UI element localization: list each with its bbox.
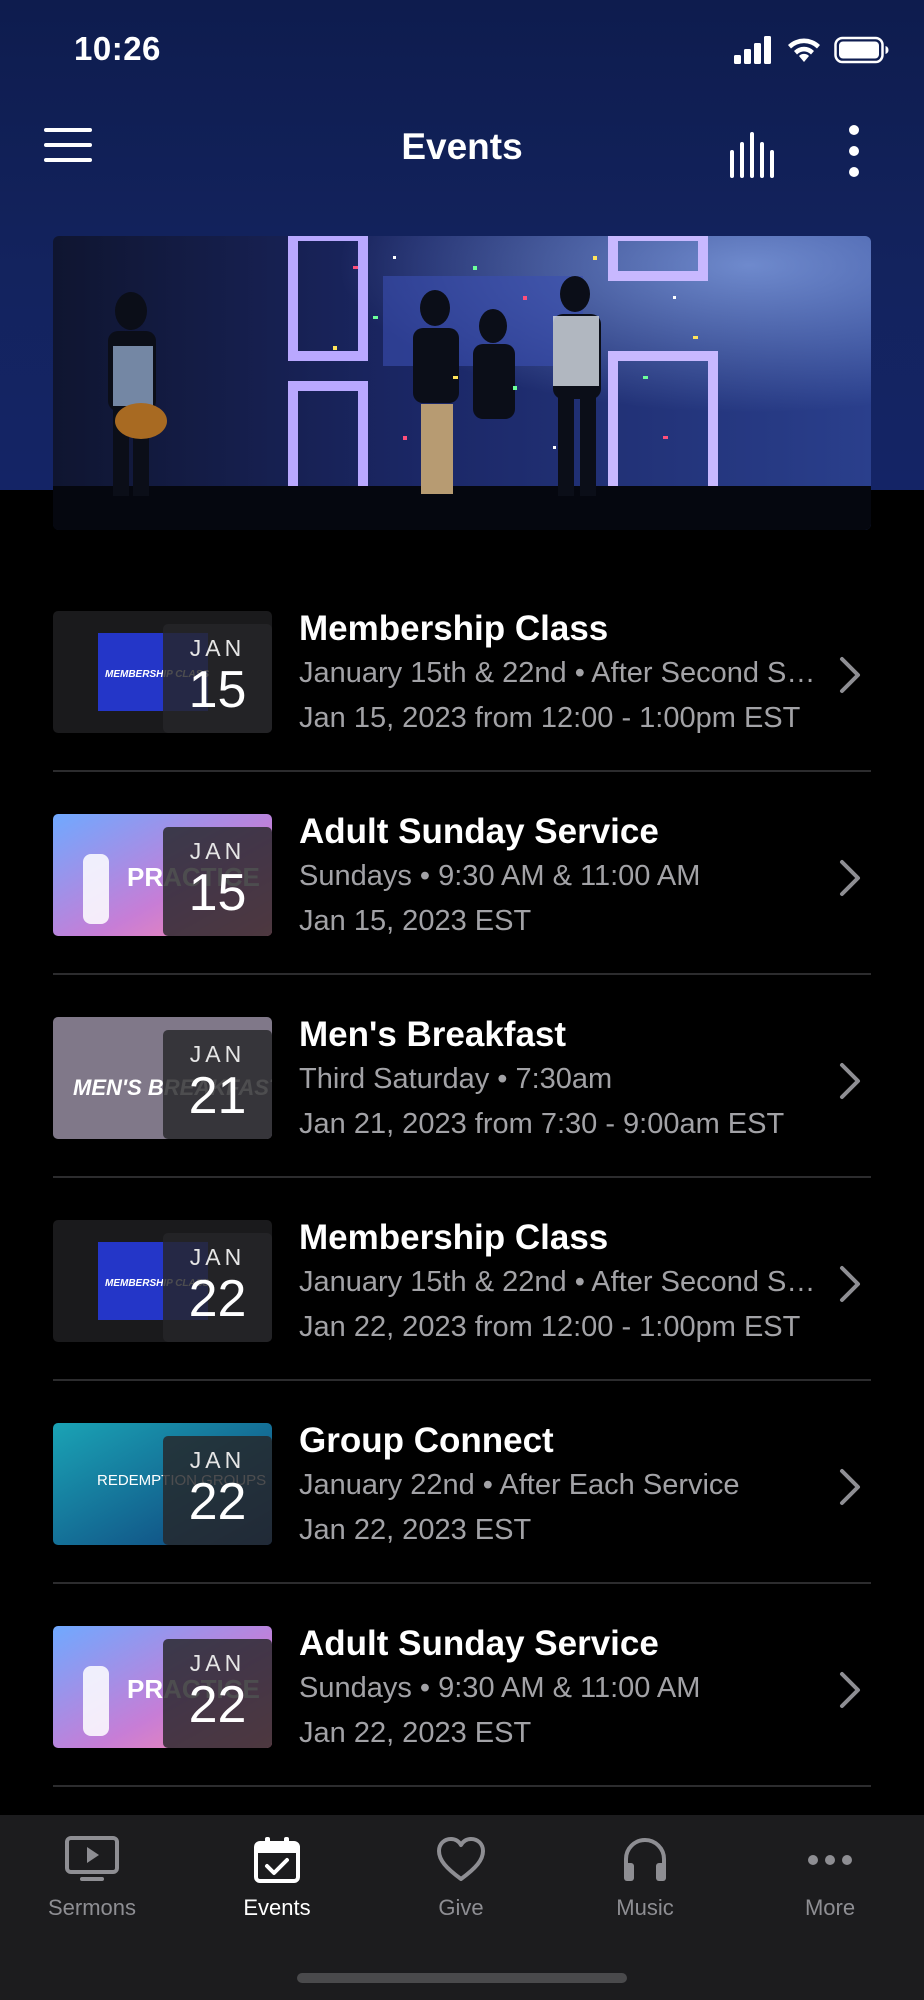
page-title: Events [401, 126, 523, 167]
event-schedule: January 15th & 22nd • After Second Servi… [299, 1266, 829, 1298]
date-badge-day: 22 [188, 1473, 247, 1531]
date-badge-day: 22 [188, 1270, 247, 1328]
event-date: Jan 15, 2023 EST [299, 905, 532, 937]
date-badge-day: 15 [188, 864, 247, 922]
date-badge-month: JAN [189, 838, 246, 864]
event-date: Jan 22, 2023 EST [299, 1514, 532, 1546]
event-title: Adult Sunday Service [299, 1624, 659, 1663]
date-badge-month: JAN [189, 635, 246, 661]
event-text: Membership Class January 15th & 22nd • A… [299, 1216, 829, 1350]
date-badge: JAN 22 [163, 1436, 272, 1545]
date-badge: JAN 15 [163, 624, 272, 733]
event-date: Jan 22, 2023 from 12:00 - 1:00pm EST [299, 1311, 801, 1343]
event-schedule: Sundays • 9:30 AM & 11:00 AM [299, 860, 701, 892]
wifi-icon [788, 38, 820, 62]
heart-icon [437, 1837, 485, 1881]
tab-give[interactable]: Give [386, 1835, 536, 1945]
event-text: Group Connect January 22nd • After Each … [299, 1419, 829, 1553]
tab-label: Music [616, 1895, 674, 1920]
tab-events[interactable]: Events [202, 1835, 352, 1945]
chevron-right-icon [840, 1469, 860, 1505]
cellular-signal-icon [734, 36, 771, 64]
date-badge-month: JAN [189, 1447, 246, 1473]
tab-more[interactable]: More [755, 1835, 905, 1945]
chevron-right-icon [840, 860, 860, 896]
status-icons [734, 36, 890, 64]
date-badge: JAN 22 [163, 1639, 272, 1748]
calendar-check-icon [254, 1837, 300, 1883]
event-title: Group Connect [299, 1421, 554, 1460]
event-list-item[interactable]: MEN'S BREAKFAST JAN 21 Men's Breakfast T… [53, 975, 871, 1178]
tab-music[interactable]: Music [570, 1835, 720, 1945]
event-schedule: January 15th & 22nd • After Second Servi… [299, 657, 829, 689]
event-list: MEMBERSHIP CLASS JAN 15 Membership Class… [53, 569, 871, 1787]
more-options-icon[interactable] [836, 122, 872, 180]
event-schedule: Third Saturday • 7:30am [299, 1063, 613, 1095]
battery-icon [834, 36, 889, 64]
date-badge: JAN 22 [163, 1233, 272, 1342]
event-title: Membership Class [299, 609, 609, 648]
event-date: Jan 21, 2023 from 7:30 - 9:00am EST [299, 1108, 785, 1140]
event-list-item[interactable]: PRACTICE JAN 15 Adult Sunday Service Sun… [53, 772, 871, 975]
hero-banner-image[interactable] [53, 236, 871, 530]
date-badge-month: JAN [189, 1244, 246, 1270]
event-title: Men's Breakfast [299, 1015, 567, 1054]
tv-play-icon [65, 1836, 119, 1881]
ellipsis-icon [808, 1855, 852, 1865]
event-text: Adult Sunday Service Sundays • 9:30 AM &… [299, 810, 829, 944]
date-badge-day: 15 [188, 661, 247, 719]
event-schedule: Sundays • 9:30 AM & 11:00 AM [299, 1672, 701, 1704]
event-title: Membership Class [299, 1218, 609, 1257]
date-badge: JAN 21 [163, 1030, 272, 1139]
navigation-bar: Events [0, 110, 924, 190]
status-bar: 10:26 [0, 0, 924, 100]
status-time: 10:26 [74, 30, 161, 67]
date-badge: JAN 15 [163, 827, 272, 936]
chevron-right-icon [840, 1063, 860, 1099]
headphones-icon [624, 1838, 666, 1881]
event-text: Adult Sunday Service Sundays • 9:30 AM &… [299, 1622, 829, 1756]
tab-label: Sermons [47, 1895, 137, 1920]
event-text: Men's Breakfast Third Saturday • 7:30am … [299, 1013, 829, 1147]
event-schedule: January 22nd • After Each Service [299, 1469, 740, 1501]
event-date: Jan 22, 2023 EST [299, 1717, 532, 1749]
date-badge-month: JAN [189, 1650, 246, 1676]
date-badge-day: 21 [188, 1067, 247, 1125]
hero-stage-illustration [53, 236, 871, 530]
event-list-item[interactable]: REDEMPTION GROUPS JAN 22 Group Connect J… [53, 1381, 871, 1584]
event-list-item[interactable]: MEMBERSHIP CLASS JAN 15 Membership Class… [53, 569, 871, 772]
chevron-right-icon [840, 1266, 860, 1302]
tab-sermons[interactable]: Sermons [17, 1835, 167, 1945]
equalizer-bars-icon[interactable] [728, 128, 780, 180]
event-list-item[interactable]: PRACTICE JAN 22 Adult Sunday Service Sun… [53, 1584, 871, 1787]
tab-label: Give [438, 1895, 484, 1920]
chevron-right-icon [840, 657, 860, 693]
date-badge-month: JAN [189, 1041, 246, 1067]
tab-label: More [804, 1895, 856, 1920]
event-text: Membership Class January 15th & 22nd • A… [299, 607, 829, 741]
home-indicator[interactable] [297, 1973, 627, 1983]
event-list-item[interactable]: MEMBERSHIP CLASS JAN 22 Membership Class… [53, 1178, 871, 1381]
event-date: Jan 15, 2023 from 12:00 - 1:00pm EST [299, 702, 801, 734]
event-title: Adult Sunday Service [299, 812, 659, 851]
chevron-right-icon [840, 1672, 860, 1708]
tab-label: Events [243, 1895, 311, 1920]
date-badge-day: 22 [188, 1676, 247, 1734]
